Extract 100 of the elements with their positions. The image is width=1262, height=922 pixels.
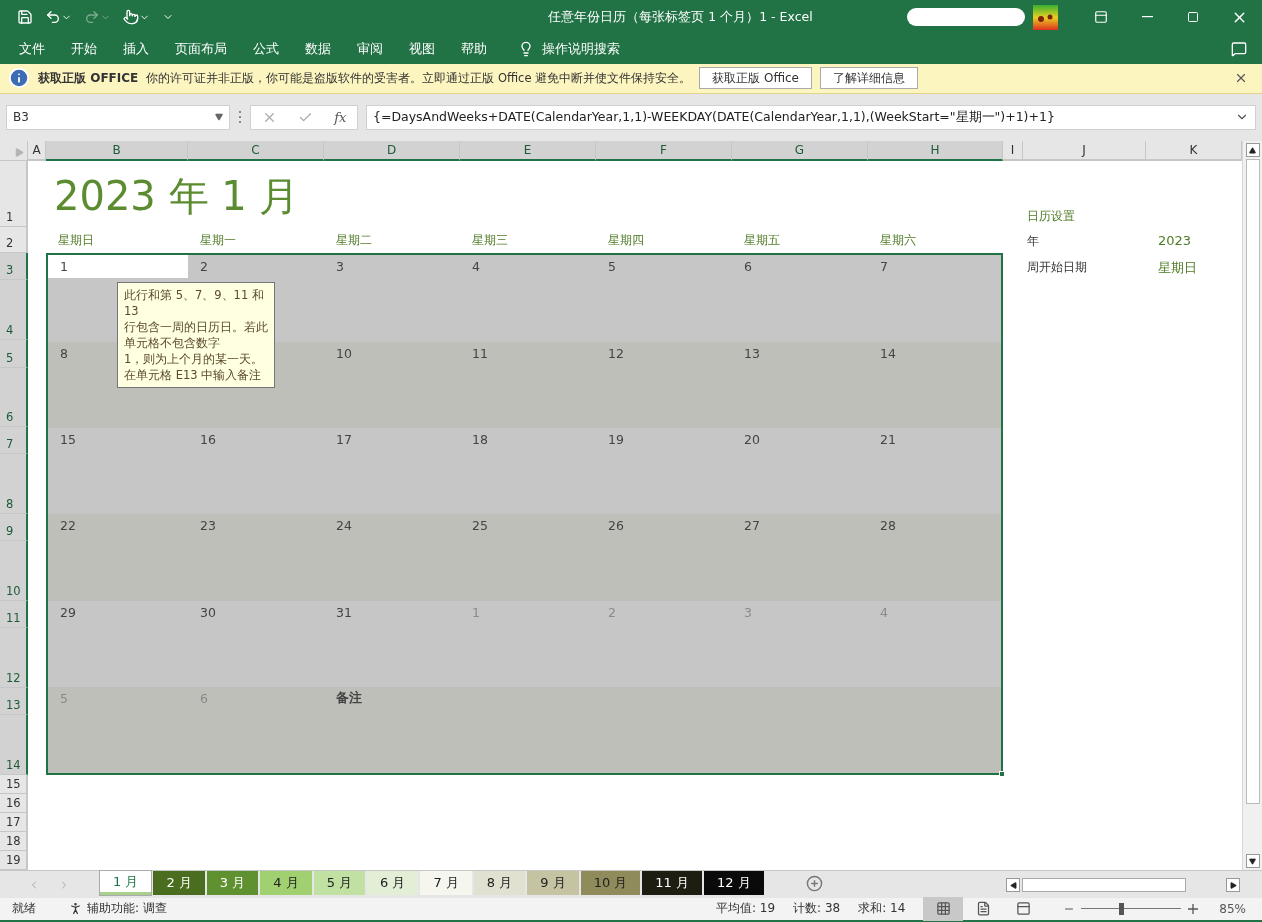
column-header[interactable]: E <box>460 141 596 162</box>
row-header[interactable]: 14 <box>0 715 28 776</box>
info-button[interactable]: 获取正版 Office <box>699 67 812 90</box>
info-button[interactable]: 了解详细信息 <box>820 67 918 90</box>
column-header[interactable]: J <box>1023 141 1146 162</box>
date-cell[interactable]: 7 <box>868 255 892 279</box>
date-cell[interactable]: 22 <box>48 514 80 538</box>
column-header[interactable]: H <box>868 141 1003 162</box>
formula-field[interactable]: {=DaysAndWeeks+DATE(CalendarYear,1,1)-WEEKDAY(DATE(CalendarYear,1,1),(WeekStart="星期一")+1)+1} <box>366 105 1256 130</box>
scroll-thumb[interactable] <box>1245 159 1260 805</box>
sheet-tab[interactable]: 7 月 <box>420 871 472 896</box>
row-header[interactable]: 18 <box>0 832 28 852</box>
view-button[interactable] <box>923 897 964 921</box>
insert-function-button[interactable]: fx <box>334 110 347 125</box>
zoom-thumb[interactable] <box>1119 903 1125 915</box>
date-cell[interactable]: 10 <box>324 341 356 365</box>
zoom-in-icon[interactable] <box>1187 903 1200 915</box>
scroll-up-button[interactable] <box>1245 143 1260 158</box>
row-header[interactable]: 4 <box>0 280 28 341</box>
column-header[interactable]: K <box>1146 141 1242 162</box>
ribbon-tab[interactable]: 插入 <box>114 36 158 62</box>
ribbon-tab[interactable]: 数据 <box>296 36 340 62</box>
scroll-left-button[interactable] <box>1006 878 1020 893</box>
date-cell[interactable]: 17 <box>324 427 356 451</box>
row-header[interactable]: 8 <box>0 454 28 515</box>
tell-me-search[interactable]: 操作说明搜索 <box>512 39 626 59</box>
row-header[interactable]: 17 <box>0 813 28 833</box>
column-header[interactable]: F <box>596 141 732 162</box>
sheet-tab[interactable]: 5 月 <box>313 871 366 896</box>
sheet-tab[interactable]: 1 月 <box>100 871 152 896</box>
column-header[interactable]: A <box>28 141 46 162</box>
column-header[interactable]: C <box>188 141 324 162</box>
sheet-tab[interactable]: 2 月 <box>153 871 205 896</box>
row-header[interactable]: 2 <box>0 227 28 254</box>
row-header[interactable]: 7 <box>0 427 28 455</box>
ribbon-tab[interactable]: 帮助 <box>452 36 496 62</box>
sheet-tab[interactable]: 9 月 <box>527 871 579 896</box>
column-header[interactable]: B <box>46 141 188 162</box>
date-cell[interactable]: 19 <box>596 427 628 451</box>
ribbon-tab[interactable]: 公式 <box>244 36 288 62</box>
name-box[interactable]: B3 <box>6 105 230 130</box>
date-cell[interactable]: 29 <box>48 600 80 624</box>
date-cell[interactable]: 26 <box>596 514 628 538</box>
row-header[interactable]: 11 <box>0 601 28 629</box>
row-header[interactable]: 12 <box>0 628 28 689</box>
sheet-tab[interactable]: 6 月 <box>367 871 419 896</box>
date-cell[interactable]: 27 <box>732 514 764 538</box>
date-cell[interactable]: 30 <box>188 600 220 624</box>
sheet-tab[interactable]: 4 月 <box>260 871 312 896</box>
date-cell[interactable]: 2 <box>188 255 212 279</box>
fill-handle[interactable] <box>999 771 1005 778</box>
column-header[interactable]: D <box>324 141 460 162</box>
column-header[interactable]: G <box>732 141 868 162</box>
date-cell[interactable]: 15 <box>48 427 80 451</box>
column-header[interactable]: I <box>1003 141 1023 162</box>
active-cell[interactable]: 1 <box>48 255 188 279</box>
date-cell[interactable]: 21 <box>868 427 900 451</box>
date-cell[interactable]: 18 <box>460 427 492 451</box>
date-cell[interactable]: 4 <box>460 255 484 279</box>
sheet-tab[interactable]: 10 月 <box>580 871 641 896</box>
sheet-tab[interactable]: 3 月 <box>206 871 259 896</box>
setting-value[interactable]: 星期日 <box>1146 253 1242 281</box>
date-cell[interactable]: 3 <box>324 255 348 279</box>
accessibility-button[interactable]: 辅助功能: 调查 <box>62 899 173 919</box>
date-cell[interactable]: 23 <box>188 514 220 538</box>
ribbon-tab[interactable]: 审阅 <box>348 36 392 62</box>
date-cell[interactable]: 11 <box>460 341 492 365</box>
date-cell[interactable]: 25 <box>460 514 492 538</box>
ribbon-tab[interactable]: 视图 <box>400 36 444 62</box>
ribbon-tab[interactable]: 页面布局 <box>166 36 236 62</box>
scroll-down-button[interactable] <box>1245 854 1260 869</box>
ribbon-tab[interactable]: 开始 <box>62 36 106 62</box>
setting-value[interactable]: 2023 <box>1146 227 1242 254</box>
row-header[interactable]: 6 <box>0 368 28 428</box>
date-cell[interactable]: 13 <box>732 341 764 365</box>
row-header[interactable]: 19 <box>0 851 28 871</box>
row-header[interactable]: 9 <box>0 514 28 542</box>
date-cell[interactable]: 20 <box>732 427 764 451</box>
sheet-tab[interactable]: 11 月 <box>642 871 703 896</box>
sheet-tab[interactable]: 8 月 <box>473 871 526 896</box>
date-cell[interactable]: 8 <box>48 341 72 365</box>
scroll-right-button[interactable] <box>1226 878 1240 893</box>
row-header[interactable]: 5 <box>0 340 28 369</box>
date-cell[interactable]: 31 <box>324 600 356 624</box>
row-header[interactable]: 15 <box>0 775 28 795</box>
row-header[interactable]: 16 <box>0 794 28 814</box>
date-cell[interactable]: 28 <box>868 514 900 538</box>
date-cell[interactable]: 6 <box>732 255 756 279</box>
row-header[interactable]: 10 <box>0 541 28 602</box>
row-header[interactable]: 3 <box>0 253 28 281</box>
row-header[interactable]: 1 <box>0 161 28 228</box>
row-header[interactable]: 13 <box>0 688 28 716</box>
date-cell[interactable]: 24 <box>324 514 356 538</box>
date-cell[interactable]: 16 <box>188 427 220 451</box>
date-cell[interactable]: 14 <box>868 341 900 365</box>
ribbon-tab[interactable]: 文件 <box>10 36 54 62</box>
sheet-tab[interactable]: 12 月 <box>704 871 764 896</box>
date-cell[interactable]: 12 <box>596 341 628 365</box>
zoom-level[interactable]: 85% <box>1219 902 1246 916</box>
date-cell[interactable]: 5 <box>596 255 620 279</box>
